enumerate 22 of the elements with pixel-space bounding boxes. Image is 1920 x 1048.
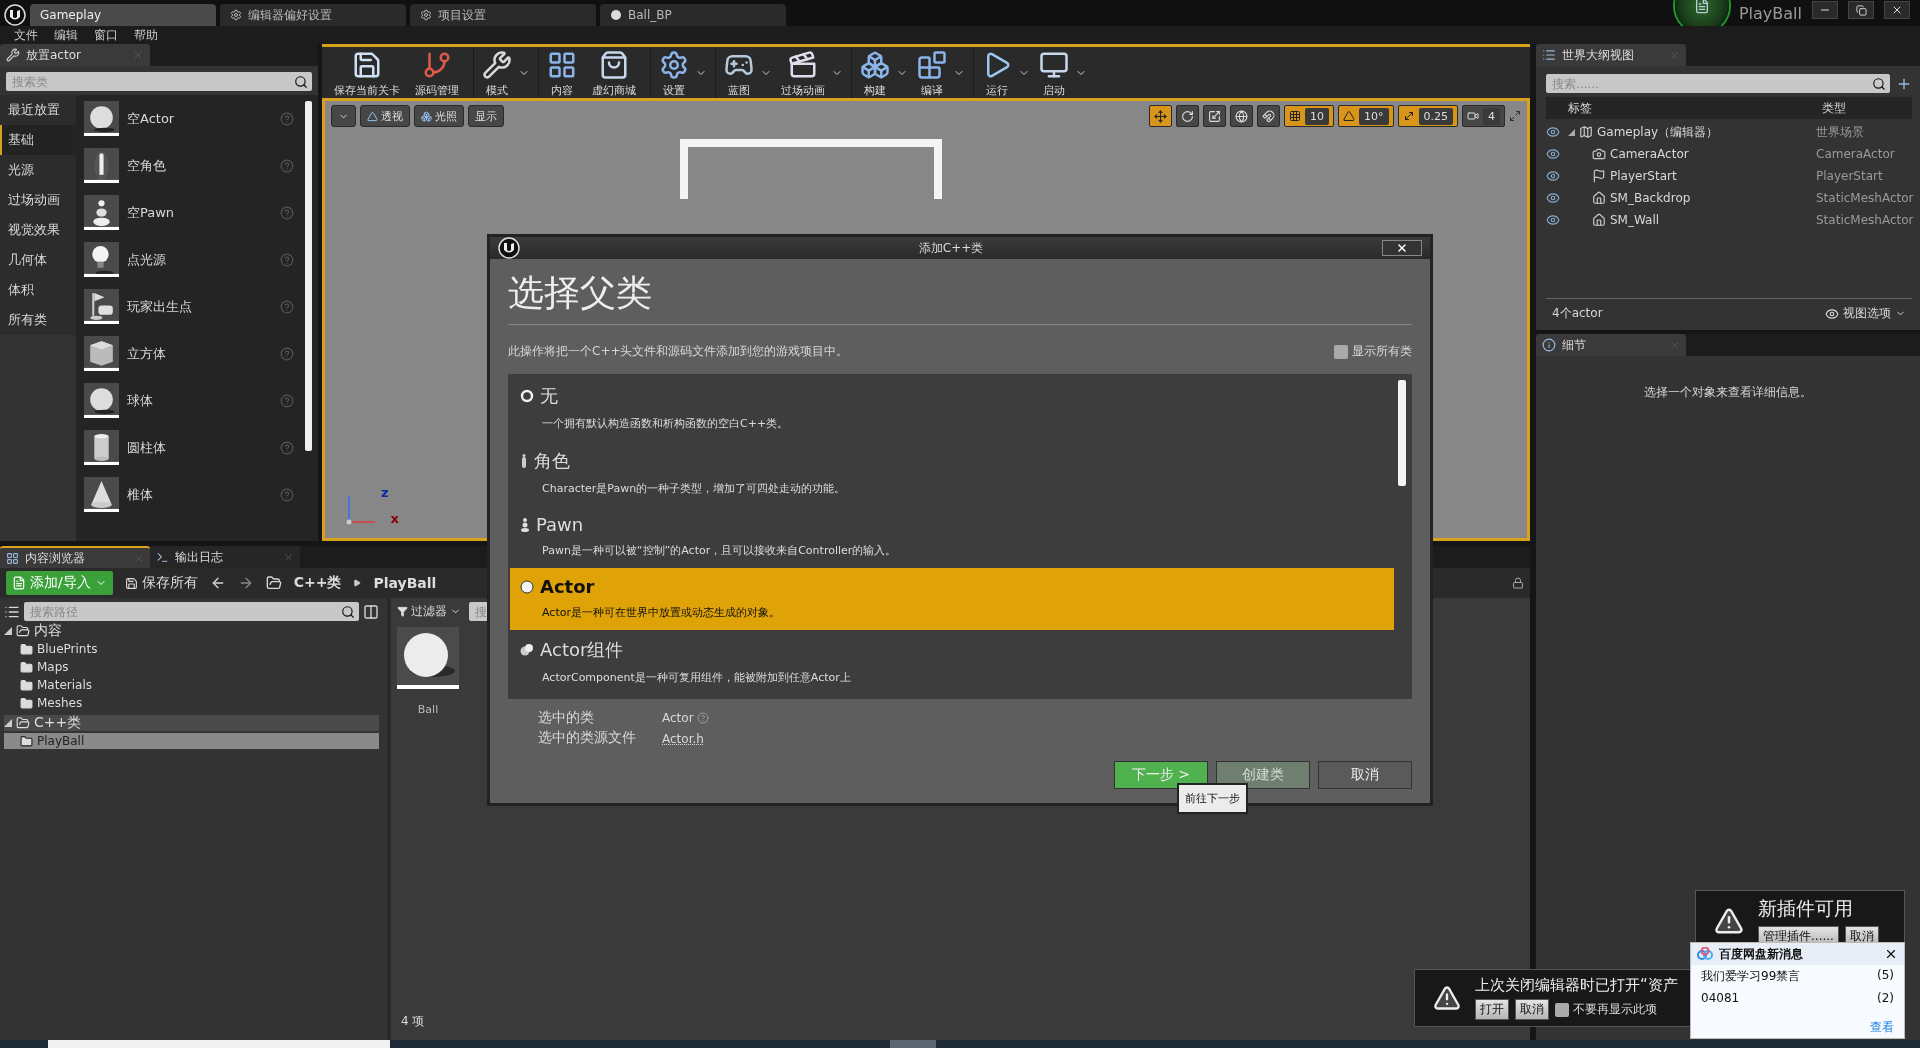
item-count: 4 项 xyxy=(400,1013,426,1030)
asset-name: Ball xyxy=(417,703,439,716)
axis-label: z xyxy=(381,485,389,500)
tooltip: 前往下一步 xyxy=(1177,783,1248,814)
actor-count: 4个actor xyxy=(1552,305,1603,322)
dialog-heading: 选择父类 xyxy=(508,269,1412,325)
type-cell-text: PlayerStart xyxy=(1816,169,1884,183)
notification-message: 上次关闭编辑器时已打开“资产 xyxy=(1475,976,1678,995)
type-cell-text: CameraActor xyxy=(1816,147,1896,161)
field-label: 选中的类 xyxy=(538,709,595,727)
empty-message: 选择一个对象来查看详细信息。 xyxy=(1644,384,1812,401)
type-cell-text: 世界场景 xyxy=(1816,123,1865,141)
selected-class: Actor xyxy=(662,711,1412,725)
axis-label: x xyxy=(390,511,399,526)
dialog-description: 此操作将把一个C++头文件和源码文件添加到您的游戏项目中。 xyxy=(508,343,849,360)
dialog-title: 添加C++类 xyxy=(917,239,985,257)
project-name: PlayBall xyxy=(1738,3,1802,23)
type-cell: StaticMeshActor xyxy=(1816,213,1912,227)
type-cell: StaticMeshActor xyxy=(1816,191,1912,205)
popup-title: 百度网盘新消息 xyxy=(1719,945,1804,963)
field-label: 选中的类源文件 xyxy=(538,729,637,747)
notification-title: 新插件可用 xyxy=(1758,895,1854,921)
